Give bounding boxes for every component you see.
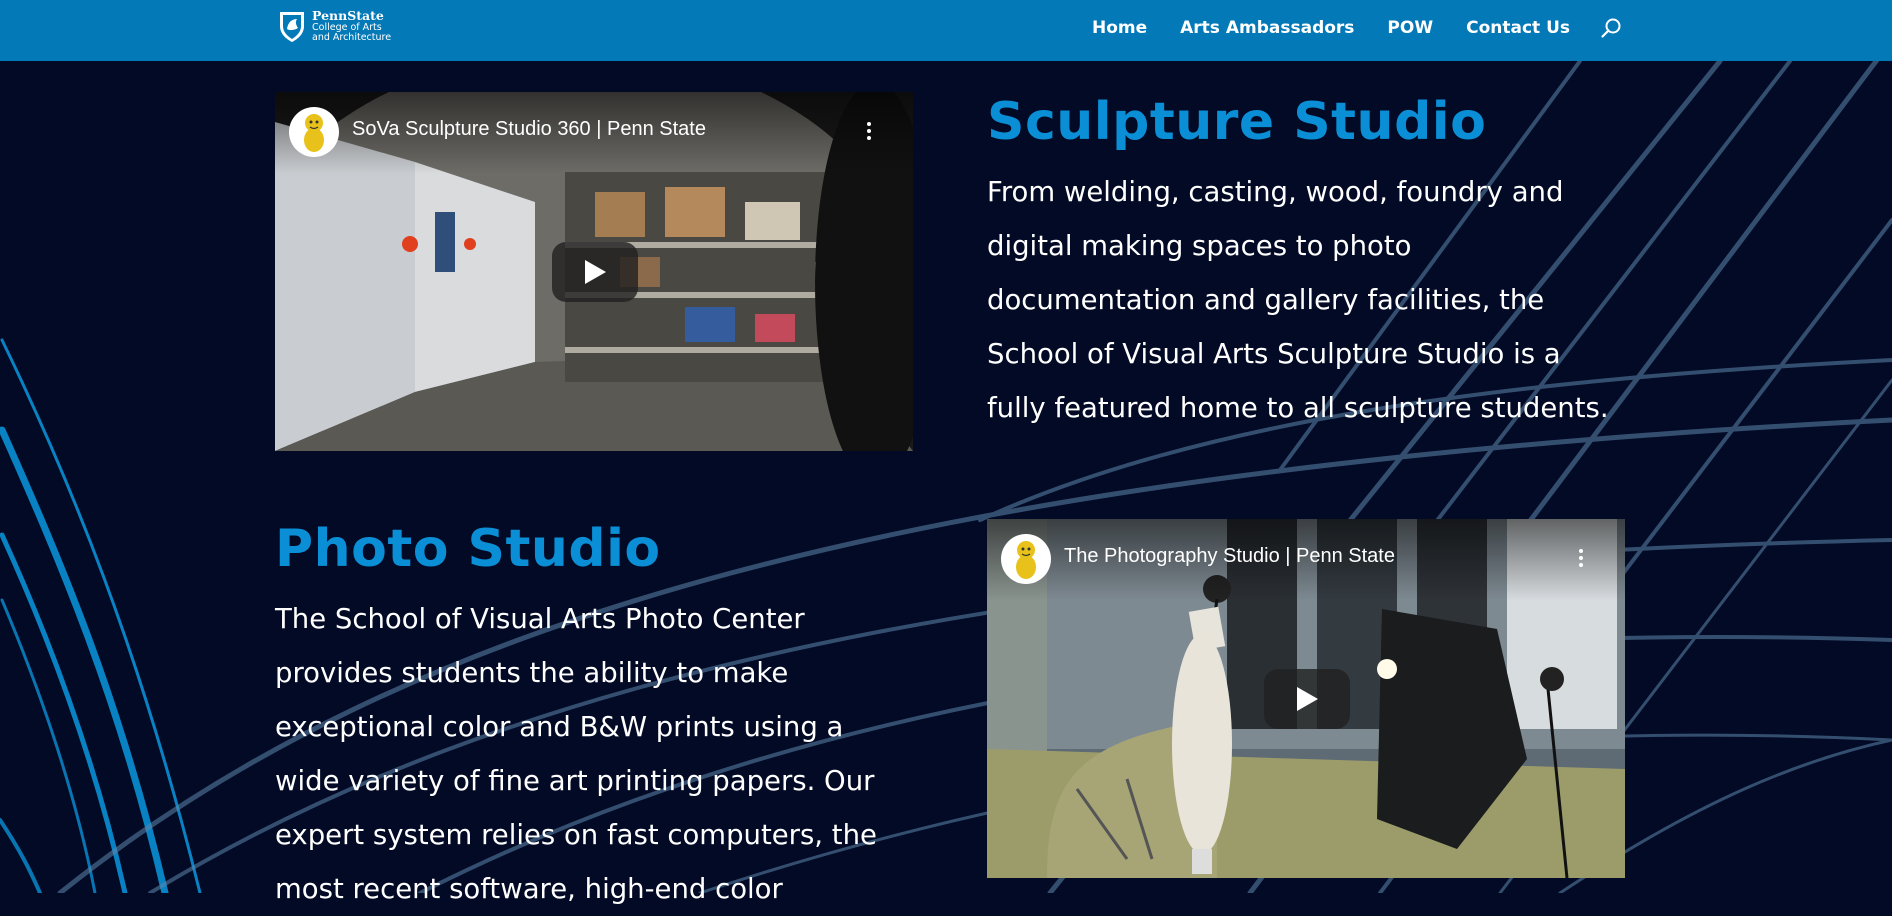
sculpture-video-title[interactable]: SoVa Sculpture Studio 360 | Penn State [352, 118, 706, 141]
more-vertical-icon[interactable] [1579, 547, 1585, 570]
play-icon [1297, 687, 1318, 711]
sculpture-line-3: documentation and gallery facilities, th… [987, 284, 1545, 316]
photo-line-5: expert system relies on fast computers, … [275, 819, 877, 851]
penn-state-shield-icon [280, 12, 304, 42]
nav-arts-ambassadors[interactable]: Arts Ambassadors [1180, 18, 1354, 38]
sculpture-video-player[interactable]: SoVa Sculpture Studio 360 | Penn State [275, 92, 913, 451]
sculpture-line-4: School of Visual Arts Sculpture Studio i… [987, 338, 1561, 370]
photo-video-title[interactable]: The Photography Studio | Penn State [1064, 545, 1395, 568]
photo-studio-description: The School of Visual Arts Photo Center p… [275, 592, 915, 916]
logo-subtitle-line-2: and Architecture [312, 31, 392, 43]
logo-title: PennState [312, 8, 384, 24]
play-button[interactable] [1264, 669, 1350, 729]
photo-studio-heading: Photo Studio [275, 519, 661, 579]
photo-line-3: exceptional color and B&W prints using a [275, 711, 844, 743]
nittany-lion-avatar-icon [304, 114, 324, 152]
photo-line-6: most recent software, high-end color [275, 873, 783, 905]
nav-pow[interactable]: POW [1387, 18, 1433, 38]
play-button[interactable] [552, 242, 638, 302]
photo-line-4: wide variety of fine art printing papers… [275, 765, 875, 797]
sculpture-line-1: From welding, casting, wood, foundry and [987, 176, 1564, 208]
sculpture-studio-heading: Sculpture Studio [987, 92, 1487, 152]
nittany-lion-avatar-icon [1016, 541, 1036, 579]
sculpture-studio-description: From welding, casting, wood, foundry and… [987, 165, 1667, 435]
main-nav: Home Arts Ambassadors POW Contact Us [1059, 0, 1622, 56]
penn-state-logo[interactable]: PennState College of Arts and Architectu… [278, 8, 391, 44]
sculpture-line-2: digital making spaces to photo [987, 230, 1412, 262]
search-button[interactable] [1600, 17, 1622, 39]
site-header: PennState College of Arts and Architectu… [0, 0, 1892, 61]
more-vertical-icon[interactable] [867, 120, 873, 143]
photo-line-1: The School of Visual Arts Photo Center [275, 603, 805, 635]
channel-avatar[interactable] [289, 107, 339, 157]
nav-contact-us[interactable]: Contact Us [1466, 18, 1570, 38]
play-icon [585, 260, 606, 284]
photo-video-player[interactable]: The Photography Studio | Penn State [987, 519, 1625, 878]
photo-line-2: provides students the ability to make [275, 657, 789, 689]
nav-home[interactable]: Home [1092, 18, 1147, 38]
search-icon [1601, 18, 1621, 38]
sculpture-line-5: fully featured home to all sculpture stu… [987, 392, 1609, 424]
channel-avatar[interactable] [1001, 534, 1051, 584]
